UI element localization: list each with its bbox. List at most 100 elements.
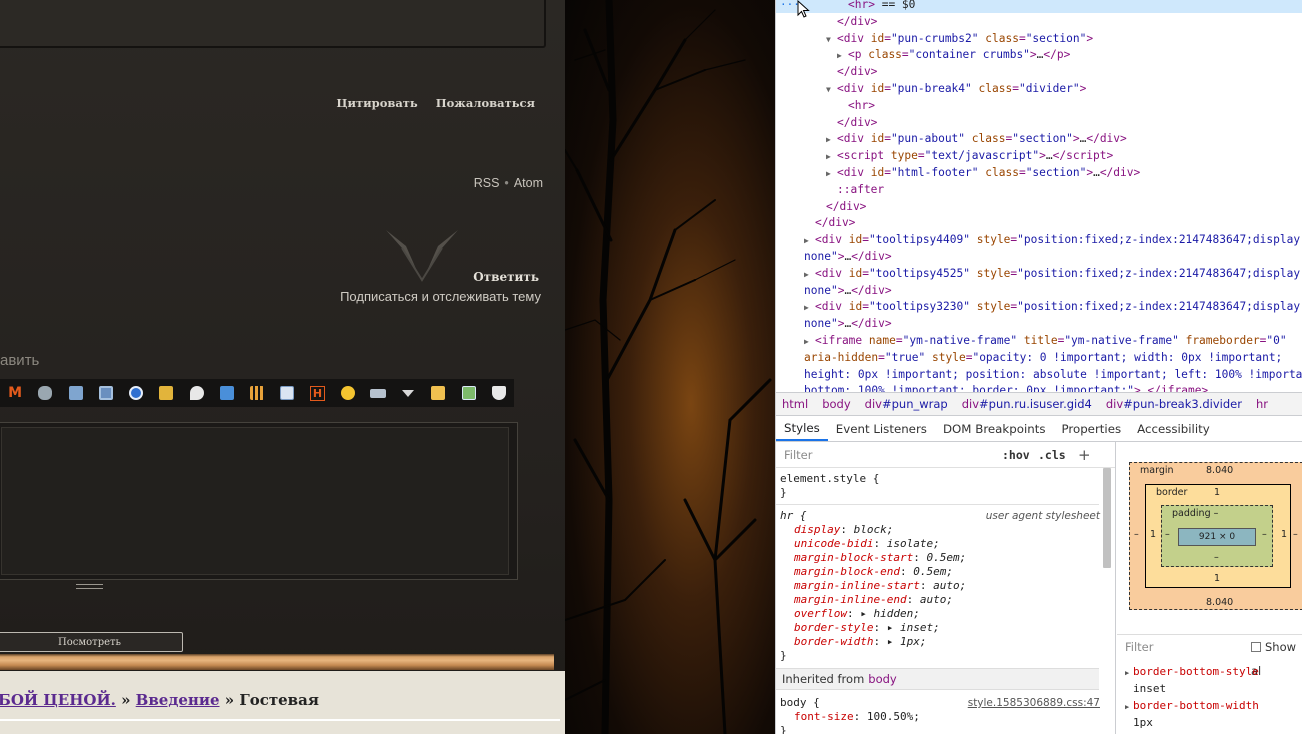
tab-dom-breakpoints[interactable]: DOM Breakpoints <box>935 416 1054 441</box>
dom-tree[interactable]: <hr> == $0 </div> ▼ <div id="pun-crumbs2" c… <box>776 0 1302 392</box>
clock-icon[interactable] <box>121 379 151 407</box>
inherited-element-link[interactable]: body <box>868 672 896 686</box>
new-rule-button[interactable]: + <box>1078 446 1091 464</box>
dom-breadcrumb-item[interactable]: body <box>822 397 850 411</box>
tab-accessibility[interactable]: Accessibility <box>1129 416 1218 441</box>
checkbox-icon[interactable] <box>1251 642 1261 652</box>
dom-node[interactable]: none">…</div> <box>776 248 892 265</box>
css-property[interactable]: margin-block-end: 0.5em; <box>780 565 1100 579</box>
expand-triangle-icon[interactable]: ▶ <box>804 266 815 283</box>
reply-link[interactable]: Ответить <box>473 270 539 284</box>
dom-node[interactable]: bottom: 100% !important; border: 0px !im… <box>776 382 1208 392</box>
tab-styles[interactable]: Styles <box>776 416 828 441</box>
border-bottom-value[interactable]: 1 <box>1214 573 1220 584</box>
quote-button[interactable]: Цитировать <box>336 96 417 110</box>
dom-node[interactable]: </div> <box>776 214 855 231</box>
preview-button[interactable]: Посмотреть <box>0 632 183 652</box>
box-model-padding[interactable]: padding – – – – 921 × 0 <box>1161 505 1273 567</box>
padding-left-value[interactable]: – <box>1165 529 1170 540</box>
margin-top-value[interactable]: 8.040 <box>1206 465 1233 476</box>
css-property[interactable]: border-width: ▸ 1px; <box>780 635 1100 649</box>
dom-node[interactable]: ▶ <script type="text/javascript">…</scrip… <box>776 147 1113 164</box>
margin-right-value[interactable]: – <box>1293 529 1298 540</box>
dom-node[interactable]: ▶ <div id="html-footer" class="section">…… <box>776 164 1140 181</box>
scrollbar-thumb[interactable] <box>1103 468 1111 568</box>
dom-node[interactable]: ▶ <div id="pun-about" class="section">…</… <box>776 130 1127 147</box>
styles-filter-input[interactable]: Filter <box>784 448 812 462</box>
bold-m-icon[interactable]: M <box>0 379 30 407</box>
breadcrumb-forum-link[interactable]: БОЙ ЦЕНОЙ. <box>0 691 116 709</box>
box-model-border[interactable]: border 1 1 1 1 padding – – – – 921 × 0 <box>1145 484 1291 588</box>
expand-triangle-icon[interactable]: ▼ <box>826 81 837 98</box>
tab-event-listeners[interactable]: Event Listeners <box>828 416 935 441</box>
tab-properties[interactable]: Properties <box>1053 416 1129 441</box>
box-model-margin[interactable]: margin 8.040 8.040 – – border 1 1 1 1 pa… <box>1129 462 1302 610</box>
copy-icon[interactable] <box>91 379 121 407</box>
expand-triangle-icon[interactable]: ▶ <box>804 299 815 316</box>
cls-toggle[interactable]: .cls <box>1038 448 1066 462</box>
dom-node[interactable]: ▶ <div id="tooltipsy3230" style="position… <box>776 298 1302 315</box>
resize-handle[interactable] <box>76 584 103 589</box>
css-property[interactable]: display: block; <box>780 523 1100 537</box>
computed-property[interactable]: ▶ border-bottom-style <box>1125 664 1302 681</box>
smiley-icon[interactable] <box>333 379 363 407</box>
message-editor[interactable] <box>0 422 518 580</box>
more-dots-icon[interactable]: ··· <box>780 0 800 10</box>
dropdown-arrow-icon[interactable] <box>393 379 423 407</box>
dom-node[interactable]: ▼ <div id="pun-break4" class="divider"> <box>776 80 1086 97</box>
border-right-value[interactable]: 1 <box>1281 529 1287 540</box>
dom-breadcrumb-item[interactable]: html <box>782 397 808 411</box>
table-icon[interactable] <box>272 379 302 407</box>
css-property[interactable]: margin-inline-end: auto; <box>780 593 1100 607</box>
picture-edit-icon[interactable] <box>454 379 484 407</box>
report-button[interactable]: Пожаловаться <box>436 96 535 110</box>
css-property[interactable]: overflow: ▸ hidden; <box>780 607 1100 621</box>
grid-icon[interactable] <box>242 379 272 407</box>
dom-node[interactable]: </div> <box>776 198 866 215</box>
dom-node[interactable]: ▶ <p class="container crumbs">…</p> <box>776 46 1070 63</box>
padding-bottom-value[interactable]: – <box>1214 552 1219 563</box>
expand-triangle-icon[interactable]: ▼ <box>826 31 837 48</box>
dom-node[interactable]: </div> <box>776 13 877 30</box>
styles-scrollbar[interactable] <box>1102 464 1112 734</box>
dom-node[interactable]: </div> <box>776 114 877 131</box>
keyboard-icon[interactable] <box>363 379 393 407</box>
folder-icon[interactable] <box>423 379 453 407</box>
mask-icon[interactable] <box>30 379 60 407</box>
breadcrumb-section-link[interactable]: Введение <box>136 691 220 709</box>
image-icon[interactable] <box>212 379 242 407</box>
box-model-content[interactable]: 921 × 0 <box>1178 528 1256 546</box>
expand-triangle-icon[interactable]: ▶ <box>826 148 837 165</box>
element-style-selector[interactable]: element.style { <box>780 472 1100 486</box>
dom-breadcrumb-item[interactable]: div#pun_wrap <box>865 397 948 411</box>
dom-node[interactable]: <hr> <box>776 97 875 114</box>
padding-right-value[interactable]: – <box>1262 529 1267 540</box>
margin-bottom-value[interactable]: 8.040 <box>1206 597 1233 608</box>
dom-node[interactable]: ▼ <div id="pun-crumbs2" class="section"> <box>776 30 1093 47</box>
book-icon[interactable] <box>60 379 90 407</box>
lock-icon[interactable] <box>151 379 181 407</box>
dom-node[interactable]: none">…</div> <box>776 315 892 332</box>
css-property[interactable]: margin-inline-start: auto; <box>780 579 1100 593</box>
dom-node[interactable]: ▶ <div id="tooltipsy4409" style="position… <box>776 231 1302 248</box>
expand-triangle-icon[interactable]: ▶ <box>837 47 848 64</box>
expand-triangle-icon[interactable]: ▶ <box>826 131 837 148</box>
css-property[interactable]: margin-block-start: 0.5em; <box>780 551 1100 565</box>
dom-breadcrumb-item[interactable]: hr <box>1256 397 1268 411</box>
dom-breadcrumb-item[interactable]: div#pun.ru.isuser.gid4 <box>962 397 1092 411</box>
dom-node[interactable]: ▶ <div id="tooltipsy4525" style="position… <box>776 265 1302 282</box>
margin-left-value[interactable]: – <box>1134 529 1139 540</box>
message-textarea[interactable] <box>1 427 509 575</box>
css-property[interactable]: unicode-bidi: isolate; <box>780 537 1100 551</box>
dom-breadcrumb-item[interactable]: div#pun-break3.divider <box>1106 397 1242 411</box>
dom-node[interactable]: ▶ <iframe name="ym-native-frame" title="y… <box>776 332 1287 349</box>
border-top-value[interactable]: 1 <box>1214 487 1220 498</box>
expand-triangle-icon[interactable]: ▶ <box>826 165 837 182</box>
css-property[interactable]: border-style: ▸ inset; <box>780 621 1100 635</box>
speech-bubble-icon[interactable] <box>181 379 211 407</box>
stylesheet-link[interactable]: style.1585306889.css:47 <box>968 696 1100 710</box>
dom-node[interactable]: </div> <box>776 63 877 80</box>
computed-filter-input[interactable]: Filter <box>1125 640 1153 654</box>
border-left-value[interactable]: 1 <box>1150 529 1156 540</box>
expand-triangle-icon[interactable]: ▶ <box>804 333 815 350</box>
